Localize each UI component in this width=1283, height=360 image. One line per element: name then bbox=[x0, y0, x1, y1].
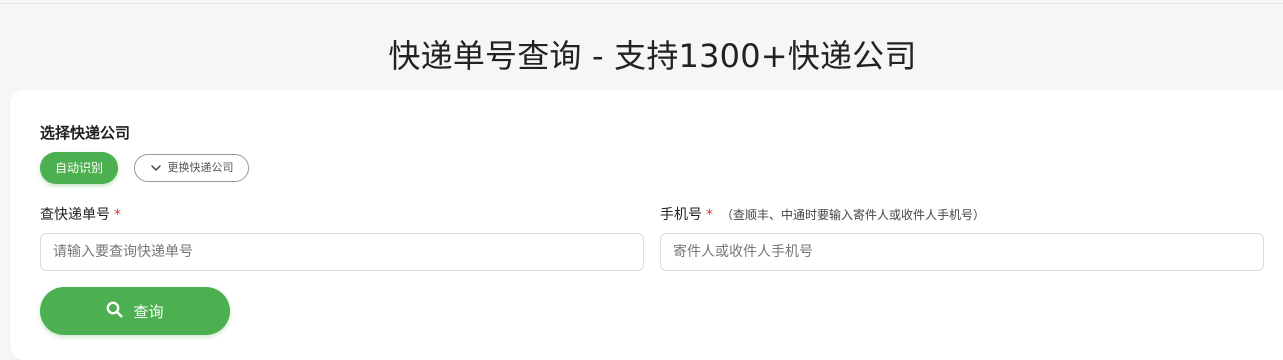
tracking-number-input[interactable] bbox=[40, 233, 644, 271]
change-carrier-button[interactable]: 更换快递公司 bbox=[134, 154, 249, 182]
phone-input[interactable] bbox=[660, 233, 1264, 271]
tracking-field-label: 查快递单号 * bbox=[40, 204, 121, 224]
change-carrier-label: 更换快递公司 bbox=[167, 161, 234, 174]
auto-detect-button[interactable]: 自动识别 bbox=[40, 152, 118, 184]
search-button[interactable]: 查询 bbox=[40, 287, 230, 335]
phone-label-text: 手机号 bbox=[660, 207, 702, 223]
phone-field-label: 手机号 * （查顺丰、中通时要输入寄件人或收件人手机号） bbox=[660, 204, 985, 224]
phone-hint: （查顺丰、中通时要输入寄件人或收件人手机号） bbox=[721, 208, 986, 222]
tracking-required-mark: * bbox=[114, 207, 121, 223]
chevron-down-icon bbox=[150, 162, 162, 174]
carrier-section-label: 选择快递公司 bbox=[40, 124, 131, 142]
phone-required-mark: * bbox=[706, 207, 713, 223]
search-icon bbox=[106, 301, 123, 322]
tracking-label-text: 查快递单号 bbox=[40, 207, 110, 223]
page-title: 快递单号查询 - 支持1300+快递公司 bbox=[388, 37, 917, 75]
top-divider bbox=[0, 3, 1283, 4]
search-button-label: 查询 bbox=[133, 302, 164, 321]
